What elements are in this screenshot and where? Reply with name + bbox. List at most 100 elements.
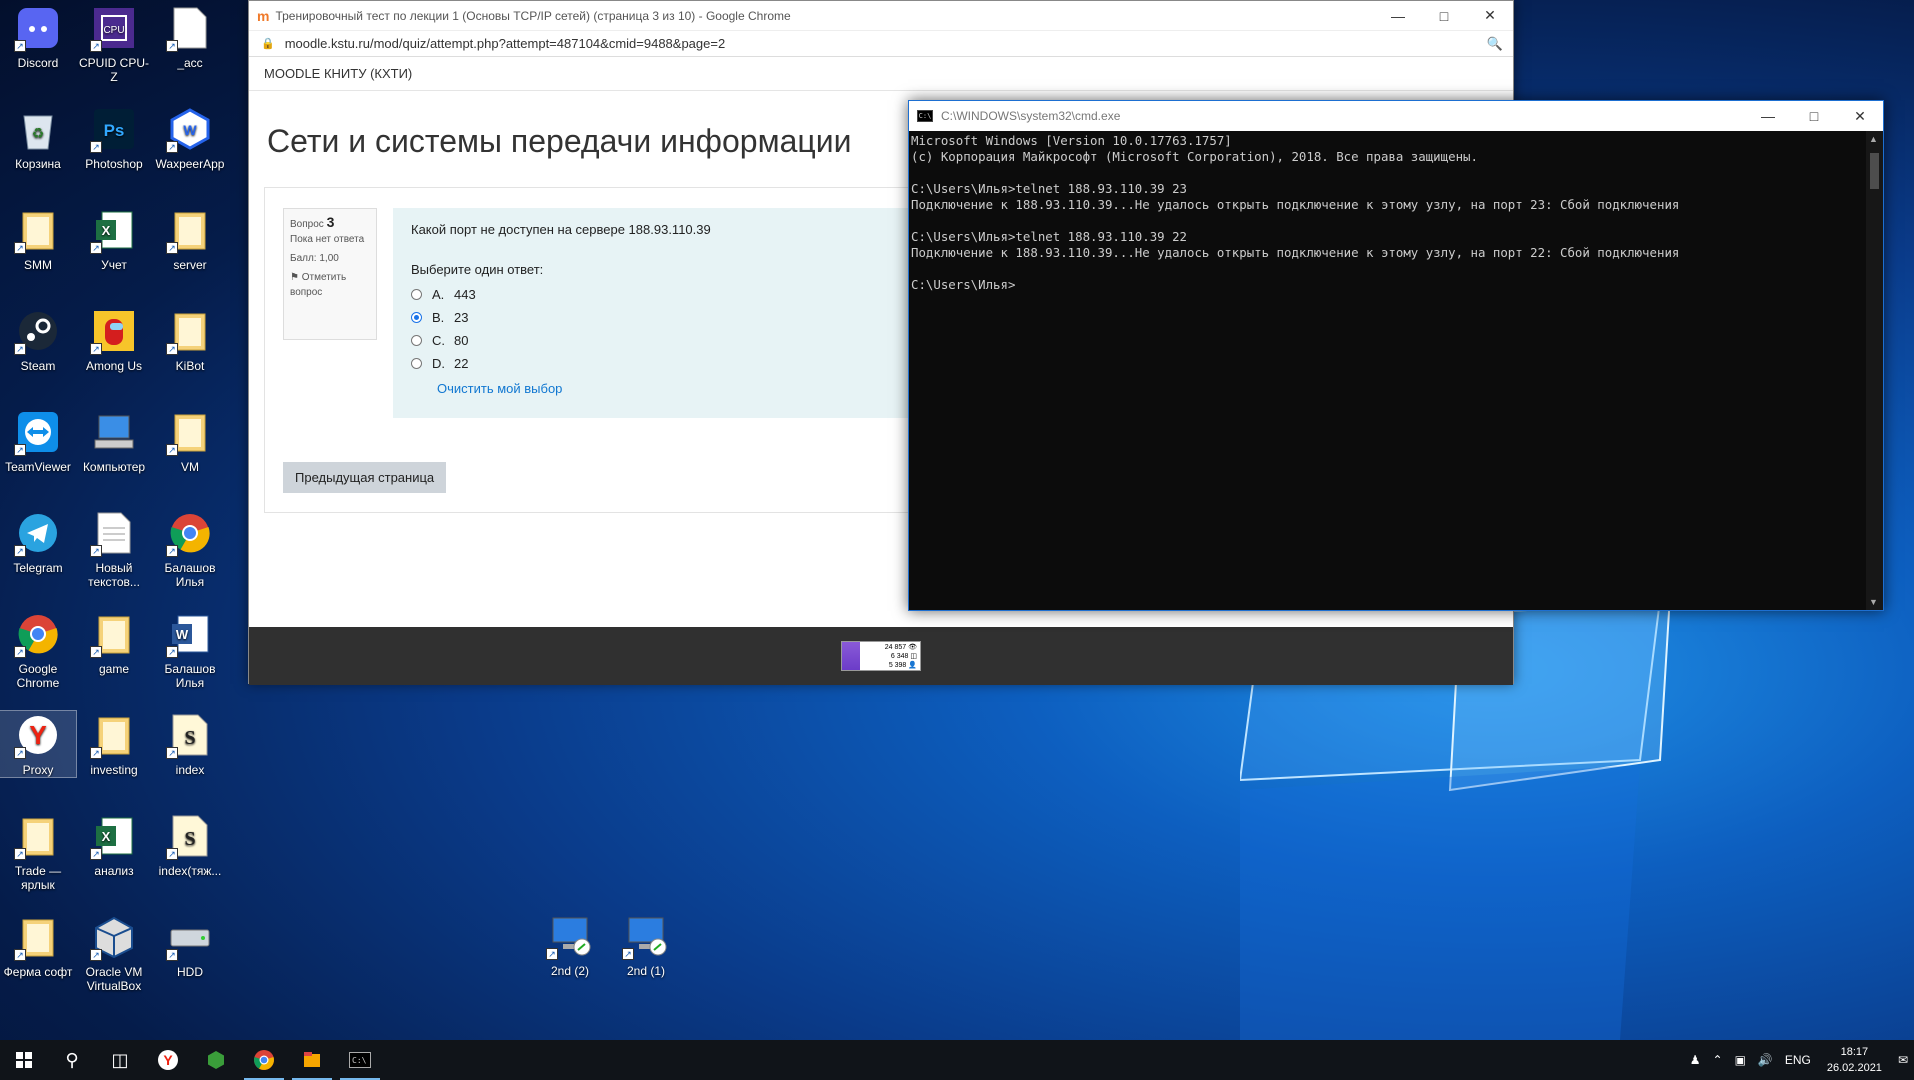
desktop-icon-label: Oracle VM VirtualBox: [85, 965, 143, 993]
desktop-icon[interactable]: ↗ _acc: [152, 4, 228, 70]
volume-icon[interactable]: 🔊: [1758, 1053, 1773, 1067]
shortcut-arrow-icon: ↗: [90, 40, 102, 52]
minimize-button[interactable]: —: [1375, 1, 1421, 31]
folder-icon: ↗: [14, 812, 62, 860]
desktop-icon[interactable]: Ps ↗ Photoshop: [76, 105, 152, 171]
desktop-icon[interactable]: ↗ Telegram: [0, 509, 76, 575]
radio-button[interactable]: [411, 335, 422, 346]
taskbar-sublime[interactable]: [288, 1040, 336, 1080]
flag-label: Отметить вопрос: [290, 272, 347, 298]
radio-button[interactable]: [411, 289, 422, 300]
desktop-icon[interactable]: ↗ VM: [152, 408, 228, 474]
clock[interactable]: 18:17 26.02.2021: [1827, 1044, 1882, 1076]
scroll-thumb[interactable]: [1870, 153, 1879, 189]
desktop-icon[interactable]: ↗ TeamViewer: [0, 408, 76, 474]
remote-desktop-icon: ↗: [546, 912, 594, 960]
desktop-icon[interactable]: ↗ Oracle VM VirtualBox: [76, 913, 152, 993]
desktop-icon[interactable]: ↗ Балашов Илья: [152, 509, 228, 589]
previous-page-button[interactable]: Предыдущая страница: [283, 462, 447, 493]
svg-text:X: X: [102, 829, 111, 844]
start-button[interactable]: [0, 1040, 48, 1080]
scroll-up-icon[interactable]: ▲: [1869, 134, 1878, 144]
folder-icon: ↗: [90, 711, 138, 759]
desktop-icon[interactable]: ↗ Discord: [0, 4, 76, 70]
desktop-icon[interactable]: ↗ Google Chrome: [0, 610, 76, 690]
cmd-maximize-button[interactable]: □: [1791, 101, 1837, 131]
desktop-icon[interactable]: S ↗ index(тяж...: [152, 812, 228, 878]
desktop-icon-label: Discord: [17, 56, 59, 70]
cmd-output[interactable]: Microsoft Windows [Version 10.0.17763.17…: [909, 131, 1866, 610]
desktop-icon[interactable]: ↗ game: [76, 610, 152, 676]
cmd-minimize-button[interactable]: —: [1745, 101, 1791, 131]
computer-icon: [90, 408, 138, 456]
desktop-icon-label: HDD: [177, 965, 203, 979]
desktop-icon-label: Корзина: [15, 157, 61, 171]
scroll-down-icon[interactable]: ▼: [1869, 597, 1878, 607]
desktop-icon[interactable]: ↗ investing: [76, 711, 152, 777]
cmd-titlebar[interactable]: C:\ C:\WINDOWS\system32\cmd.exe — □ ✕: [909, 101, 1883, 131]
option-value: 443: [454, 287, 476, 302]
task-view-button[interactable]: ◫: [96, 1040, 144, 1080]
desktop-icon[interactable]: S ↗ index: [152, 711, 228, 777]
cmd-window[interactable]: C:\ C:\WINDOWS\system32\cmd.exe — □ ✕ Mi…: [908, 100, 1884, 611]
desktop-icon-label: _acc: [177, 56, 203, 70]
zoom-icon[interactable]: 🔍: [1487, 36, 1503, 52]
taskbar-yandex[interactable]: Y: [144, 1040, 192, 1080]
desktop-icon[interactable]: W ↗ WaxpeerApp: [152, 105, 228, 171]
counter-logo: [842, 642, 860, 670]
close-button[interactable]: ✕: [1467, 1, 1513, 31]
chrome-titlebar[interactable]: m Тренировочный тест по лекции 1 (Основы…: [249, 1, 1513, 31]
desktop-icon[interactable]: ↗ KiBot: [152, 307, 228, 373]
desktop-icon[interactable]: ↗ HDD: [152, 913, 228, 979]
cmd-icon: C:\: [917, 110, 933, 122]
liveinternet-counter[interactable]: 24 857 👁 6 348 ◫ 5 398 👤: [841, 641, 921, 671]
desktop-icon[interactable]: W ↗ Балашов Илья: [152, 610, 228, 690]
desktop-icon[interactable]: ↗ SMM: [0, 206, 76, 272]
radio-button[interactable]: [411, 312, 422, 323]
svg-text:C:\: C:\: [352, 1056, 367, 1065]
language-indicator[interactable]: ENG: [1785, 1053, 1811, 1067]
chrome-window-title: Тренировочный тест по лекции 1 (Основы T…: [275, 8, 791, 23]
notifications-icon[interactable]: ✉: [1898, 1053, 1908, 1067]
cmd-scrollbar[interactable]: ▲ ▼: [1866, 131, 1883, 610]
url-text[interactable]: moodle.kstu.ru/mod/quiz/attempt.php?atte…: [285, 36, 726, 51]
desktop-icon[interactable]: X ↗ Учет: [76, 206, 152, 272]
taskbar-cmd[interactable]: C:\: [336, 1040, 384, 1080]
chrome-icon: [254, 1050, 274, 1070]
svg-text:S: S: [184, 727, 195, 749]
desktop-icon[interactable]: ↗ Новый текстов...: [76, 509, 152, 589]
shortcut-arrow-icon: ↗: [90, 646, 102, 658]
cmd-close-button[interactable]: ✕: [1837, 101, 1883, 131]
maximize-button[interactable]: □: [1421, 1, 1467, 31]
question-number: 3: [326, 214, 335, 230]
windows-logo-icon: [16, 1052, 32, 1068]
desktop-icon[interactable]: ↗ Ферма софт: [0, 913, 76, 979]
address-bar[interactable]: 🔒 moodle.kstu.ru/mod/quiz/attempt.php?at…: [249, 31, 1513, 57]
desktop-icon[interactable]: Компьютер: [76, 408, 152, 474]
desktop-icon[interactable]: Y ↗ Proxy: [0, 710, 77, 778]
desktop-icon[interactable]: ↗ Steam: [0, 307, 76, 373]
desktop-icon[interactable]: ↗ 2nd (1): [608, 912, 684, 978]
folder-icon: ↗: [166, 408, 214, 456]
desktop-icon-label: Компьютер: [82, 460, 146, 474]
taskbar-chrome[interactable]: [240, 1040, 288, 1080]
option-value: 22: [454, 356, 469, 371]
network-icon[interactable]: ▣: [1735, 1053, 1746, 1067]
search-button[interactable]: ⚲: [48, 1040, 96, 1080]
desktop-icon-label: investing: [90, 763, 138, 777]
desktop-icon[interactable]: ↗ Trade — ярлык: [0, 812, 76, 892]
desktop-icon[interactable]: ↗ server: [152, 206, 228, 272]
desktop-icon[interactable]: ♻ Корзина: [0, 105, 76, 171]
desktop-icon-label: 2nd (1): [626, 964, 666, 978]
show-hidden-icons-icon[interactable]: ⌃: [1713, 1053, 1723, 1067]
flag-question-link[interactable]: ⚑ Отметить вопрос: [290, 270, 370, 300]
option-value: 23: [454, 310, 469, 325]
desktop-icon[interactable]: CPU ↗ CPUID CPU-Z: [76, 4, 152, 84]
site-name-link[interactable]: MOODLE КНИТУ (КХТИ): [264, 66, 412, 81]
taskbar-app-green[interactable]: [192, 1040, 240, 1080]
desktop-icon[interactable]: ↗ 2nd (2): [532, 912, 608, 978]
desktop-icon[interactable]: X ↗ анализ: [76, 812, 152, 878]
people-icon[interactable]: ♟: [1690, 1053, 1701, 1067]
radio-button[interactable]: [411, 358, 422, 369]
desktop-icon[interactable]: ↗ Among Us: [76, 307, 152, 373]
